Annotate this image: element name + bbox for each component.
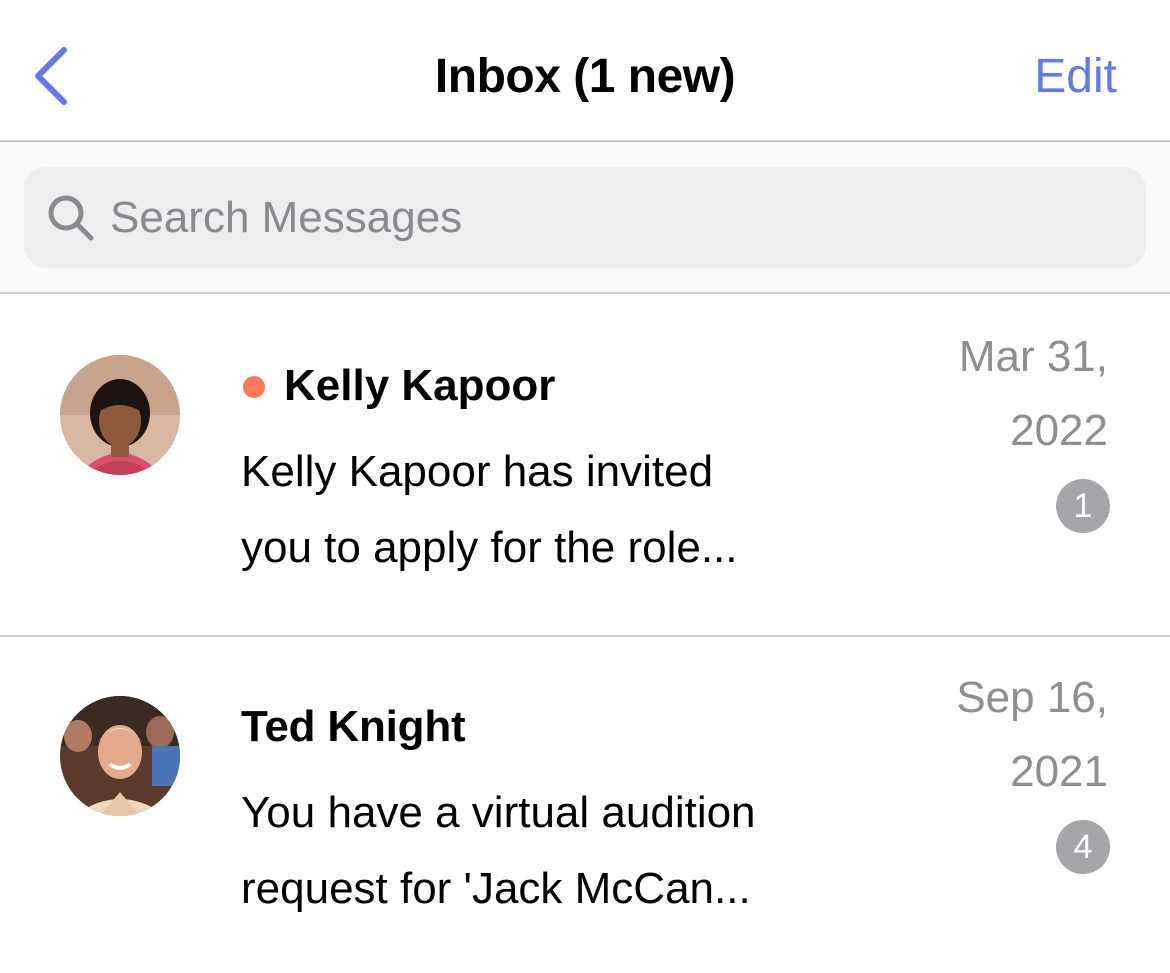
search-input[interactable] <box>110 185 1120 251</box>
date-line: 2021 <box>1010 747 1108 796</box>
avatar <box>60 696 180 816</box>
sender-name: Kelly Kapoor <box>284 361 556 410</box>
message-date: Sep 16, 2021 <box>848 661 1108 809</box>
edit-button[interactable]: Edit <box>1034 50 1117 104</box>
avatar-photo <box>60 355 180 475</box>
sender-name: Ted Knight <box>241 702 466 751</box>
avatar-photo <box>60 696 180 816</box>
back-button[interactable] <box>20 40 80 112</box>
date-line: Sep 16, <box>956 673 1108 722</box>
message-row-kelly-kapoor[interactable]: Kelly Kapoor Kelly Kapoor has invited yo… <box>0 296 1170 637</box>
navigation-bar: Inbox (1 new) Edit <box>0 0 1170 142</box>
message-preview: Kelly Kapoor has invited you to apply fo… <box>241 434 881 586</box>
date-line: 2022 <box>1010 406 1108 455</box>
message-list: Kelly Kapoor Kelly Kapoor has invited yo… <box>0 296 1170 973</box>
count-badge: 4 <box>1056 820 1110 874</box>
search-bar[interactable] <box>24 167 1146 268</box>
date-line: Mar 31, <box>958 332 1108 381</box>
message-row-ted-knight[interactable]: Ted Knight You have a virtual audition r… <box>0 637 1170 973</box>
message-preview: You have a virtual audition request for … <box>241 775 881 927</box>
preview-line: You have a virtual audition <box>241 788 756 837</box>
preview-line: you to apply for the role... <box>241 523 738 572</box>
unread-indicator <box>243 376 265 398</box>
avatar <box>60 355 180 475</box>
chevron-left-icon <box>35 47 67 105</box>
search-area <box>0 142 1170 294</box>
search-icon <box>48 195 94 241</box>
messages-screen: Inbox (1 new) Edit Search Messages Kelly… <box>0 0 1170 973</box>
preview-line: request for 'Jack McCan... <box>241 864 751 913</box>
page-title: Inbox (1 new) <box>434 50 736 103</box>
message-date: Mar 31, 2022 <box>848 320 1108 468</box>
preview-line: Kelly Kapoor has invited <box>241 447 714 496</box>
count-badge: 1 <box>1056 479 1110 533</box>
